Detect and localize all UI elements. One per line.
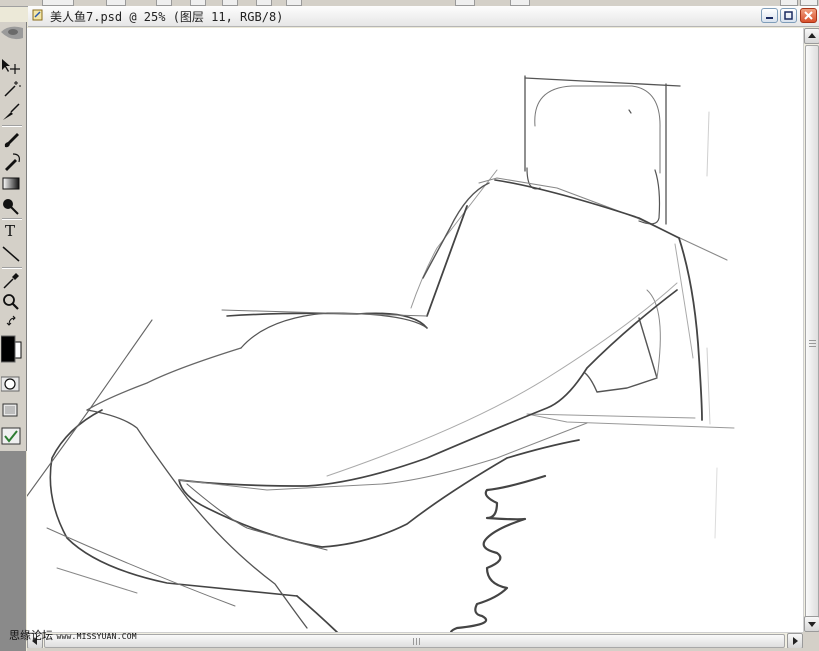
quick-mask-icon bbox=[1, 376, 20, 392]
screen-mode-icon bbox=[2, 403, 18, 417]
magic-wand-tool[interactable] bbox=[1, 80, 23, 100]
line-icon bbox=[2, 246, 20, 262]
toolbox-separator bbox=[2, 125, 22, 127]
close-icon bbox=[804, 11, 813, 20]
swap-arrows-icon bbox=[6, 315, 16, 326]
scroll-down-button[interactable] bbox=[804, 616, 819, 632]
toolbox-separator bbox=[2, 218, 22, 220]
thumb-grip bbox=[413, 638, 414, 645]
gradient-tool[interactable] bbox=[1, 174, 23, 194]
slice-tool[interactable] bbox=[1, 102, 23, 122]
thumb-grip bbox=[809, 340, 816, 341]
move-tool-icon bbox=[2, 59, 20, 74]
color-swatches[interactable] bbox=[1, 334, 25, 364]
gradient-icon bbox=[2, 177, 20, 190]
eyedropper-tool[interactable] bbox=[1, 270, 23, 290]
color-swatch-icon bbox=[1, 335, 22, 363]
thumb-grip bbox=[416, 638, 417, 645]
slice-knife-icon bbox=[3, 103, 20, 120]
horizontal-scroll-thumb[interactable] bbox=[44, 634, 785, 648]
history-brush-tool[interactable] bbox=[1, 152, 23, 172]
screen-mode-button[interactable] bbox=[1, 400, 23, 420]
toolbox-header bbox=[1, 24, 23, 42]
zoom-icon bbox=[3, 294, 19, 310]
scroll-right-button[interactable] bbox=[787, 633, 803, 649]
minimize-button[interactable] bbox=[761, 8, 778, 23]
minimize-icon bbox=[766, 17, 773, 19]
type-tool-icon: T bbox=[5, 222, 16, 240]
arrow-right-icon bbox=[793, 637, 798, 645]
dodge-tool[interactable] bbox=[1, 196, 23, 216]
vertical-scrollbar[interactable] bbox=[803, 28, 819, 632]
type-tool[interactable]: T bbox=[1, 222, 23, 242]
line-tool[interactable] bbox=[1, 244, 23, 264]
scrollbar-corner bbox=[803, 632, 819, 651]
scroll-up-button[interactable] bbox=[804, 28, 819, 44]
psd-file-icon bbox=[32, 9, 43, 21]
photoshop-eye-icon bbox=[1, 26, 23, 40]
toolbox-separator bbox=[2, 267, 22, 269]
thumb-grip bbox=[809, 343, 816, 344]
maximize-icon bbox=[784, 11, 793, 20]
history-brush-icon bbox=[5, 153, 20, 171]
arrow-up-icon bbox=[808, 33, 816, 38]
document-canvas[interactable] bbox=[27, 28, 803, 632]
magic-wand-icon bbox=[4, 81, 21, 97]
vertical-scroll-thumb[interactable] bbox=[805, 45, 819, 631]
thumb-grip bbox=[809, 346, 816, 347]
document-title-bar[interactable]: 美人鱼7.psd @ 25% (图层 11, RGB/8) bbox=[28, 6, 819, 27]
brush-icon bbox=[4, 133, 19, 148]
mermaid-sketch-artwork bbox=[27, 75, 735, 632]
move-tool[interactable] bbox=[1, 58, 23, 78]
watermark-site-url: www.MISSYUAN.COM bbox=[56, 632, 137, 641]
workspace-background bbox=[0, 451, 26, 651]
toolbox: T bbox=[0, 22, 27, 451]
eyedropper-icon bbox=[3, 273, 19, 289]
maximize-button[interactable] bbox=[780, 8, 797, 23]
dodge-icon bbox=[3, 199, 19, 215]
imageready-icon bbox=[1, 427, 21, 445]
swap-colors-button[interactable] bbox=[1, 315, 23, 329]
site-watermark: 思缘论坛 www.MISSYUAN.COM bbox=[9, 628, 137, 644]
brush-tool[interactable] bbox=[1, 130, 23, 150]
document-title: 美人鱼7.psd @ 25% (图层 11, RGB/8) bbox=[50, 10, 284, 24]
arrow-down-icon bbox=[808, 622, 816, 627]
thumb-grip bbox=[419, 638, 420, 645]
close-button[interactable] bbox=[800, 8, 817, 23]
quick-mask-button[interactable] bbox=[1, 374, 23, 394]
jump-to-imageready-button[interactable] bbox=[1, 426, 23, 446]
watermark-site-name: 思缘论坛 bbox=[9, 629, 53, 642]
horizontal-scrollbar[interactable] bbox=[27, 632, 803, 649]
zoom-tool[interactable] bbox=[1, 292, 23, 312]
